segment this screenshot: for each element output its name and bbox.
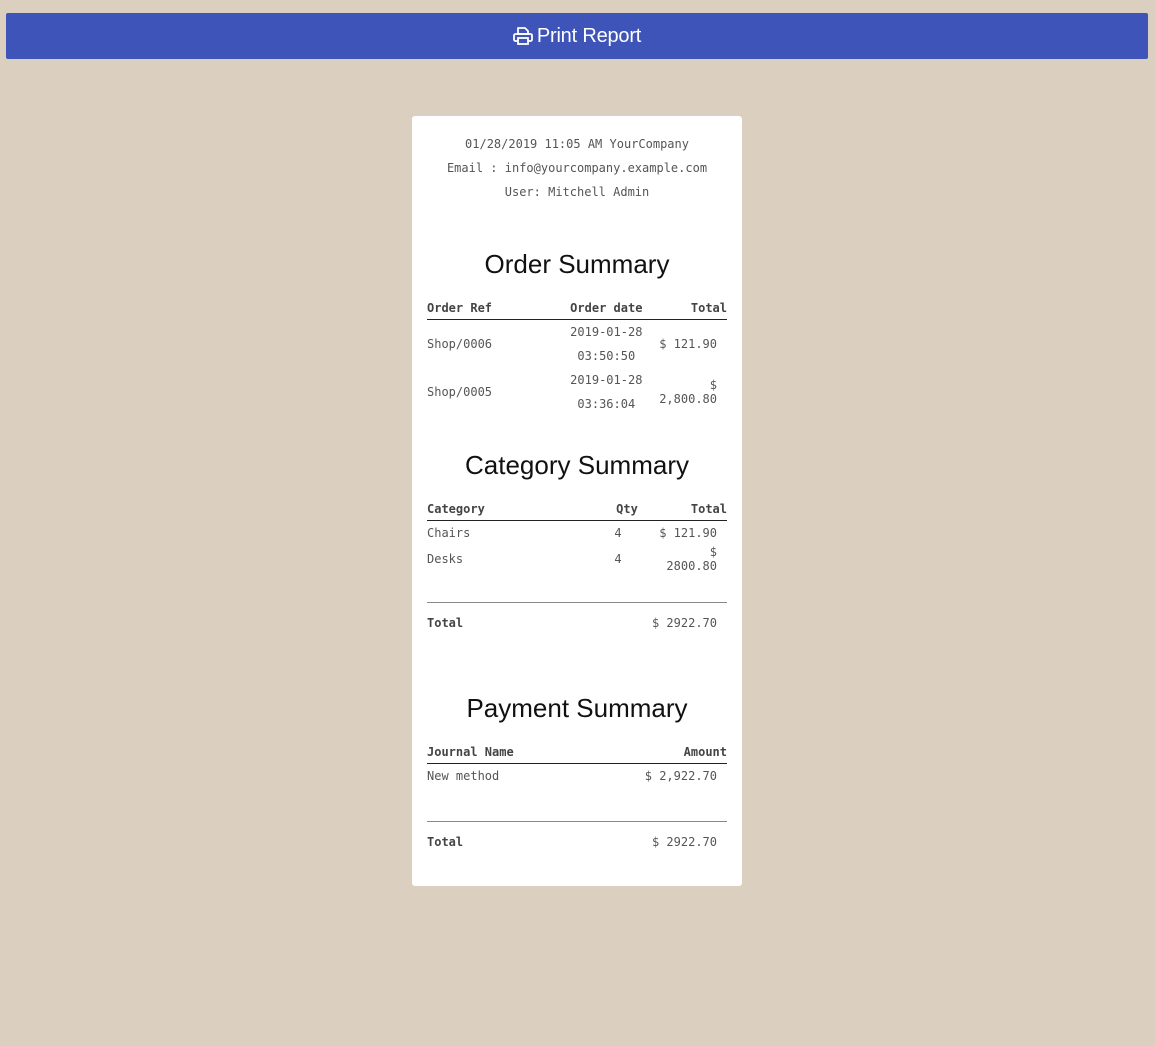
total-value: $ 2922.70 [651,616,717,630]
category-name: Chairs [427,526,471,540]
receipt-user: User: Mitchell Admin [504,185,650,199]
total-label: Total [427,835,464,849]
order-summary-title: Order Summary [484,249,670,279]
category-summary-header-row: Category Qty Total [427,498,727,521]
column-header: Total [659,297,727,320]
category-qty: 4 [614,552,622,566]
column-header: Order Ref [427,297,534,320]
category-summary-table: Category Qty Total Chairs 4 $ 121.90 Des… [427,498,727,573]
divider [427,602,727,603]
column-header: Amount [580,741,727,764]
order-date-day: 2019-01-28 [570,325,643,339]
column-header: Journal Name [427,741,581,764]
order-date-time: 03:50:50 [577,349,636,363]
order-total: $ 2,800.80 [659,378,717,406]
receipt-email: Email : info@yourcompany.example.com [446,161,708,175]
payment-summary-table: Journal Name Amount New method $ 2,922.7… [427,741,727,788]
order-date: 2019-01-28 03:50:50 [533,320,659,369]
journal-name: New method [427,769,500,783]
column-header: Order date [533,297,660,320]
table-row: Desks 4 $ 2800.80 [427,545,727,573]
divider [427,821,727,822]
print-report-label: Print Report [536,24,642,47]
table-row: Shop/0005 2019-01-28 03:36:04 $ 2,800.80 [427,368,727,416]
payment-total-row: Total $ 2922.70 [427,835,727,849]
payment-summary-header-row: Journal Name Amount [427,741,727,764]
column-header: Total [657,498,727,521]
order-total: $ 121.90 [659,337,717,351]
category-total: $ 121.90 [659,526,717,540]
order-ref: Shop/0005 [427,385,493,399]
total-label: Total [427,616,464,630]
order-ref: Shop/0006 [427,337,493,351]
order-summary-header-row: Order Ref Order date Total [427,297,727,320]
category-total: $ 2800.80 [666,545,717,573]
order-date: 2019-01-28 03:36:04 [533,368,659,416]
order-date-day: 2019-01-28 [570,373,643,387]
column-header: Qty [597,498,657,521]
category-total-row: Total $ 2922.70 [427,616,727,630]
table-row: Shop/0006 2019-01-28 03:50:50 $ 121.90 [427,320,727,369]
order-date-time: 03:36:04 [577,397,636,411]
receipt-header: 01/28/2019 11:05 AM YourCompany Email : … [412,136,742,208]
table-row: Chairs 4 $ 121.90 [427,521,727,546]
receipt: 01/28/2019 11:05 AM YourCompany Email : … [412,116,742,886]
total-value: $ 2922.70 [651,835,717,849]
column-header: Category [427,498,597,521]
printer-icon [512,26,533,46]
print-report-button[interactable]: Print Report [6,13,1148,59]
payment-summary-title: Payment Summary [466,693,688,723]
category-name: Desks [427,552,464,566]
table-row: New method $ 2,922.70 [427,764,727,789]
category-qty: 4 [614,526,622,540]
receipt-datetime-company: 01/28/2019 11:05 AM YourCompany [465,137,689,151]
journal-amount: $ 2,922.70 [644,769,717,783]
category-summary-title: Category Summary [465,450,689,480]
order-summary-table: Order Ref Order date Total Shop/0006 201… [427,297,727,416]
